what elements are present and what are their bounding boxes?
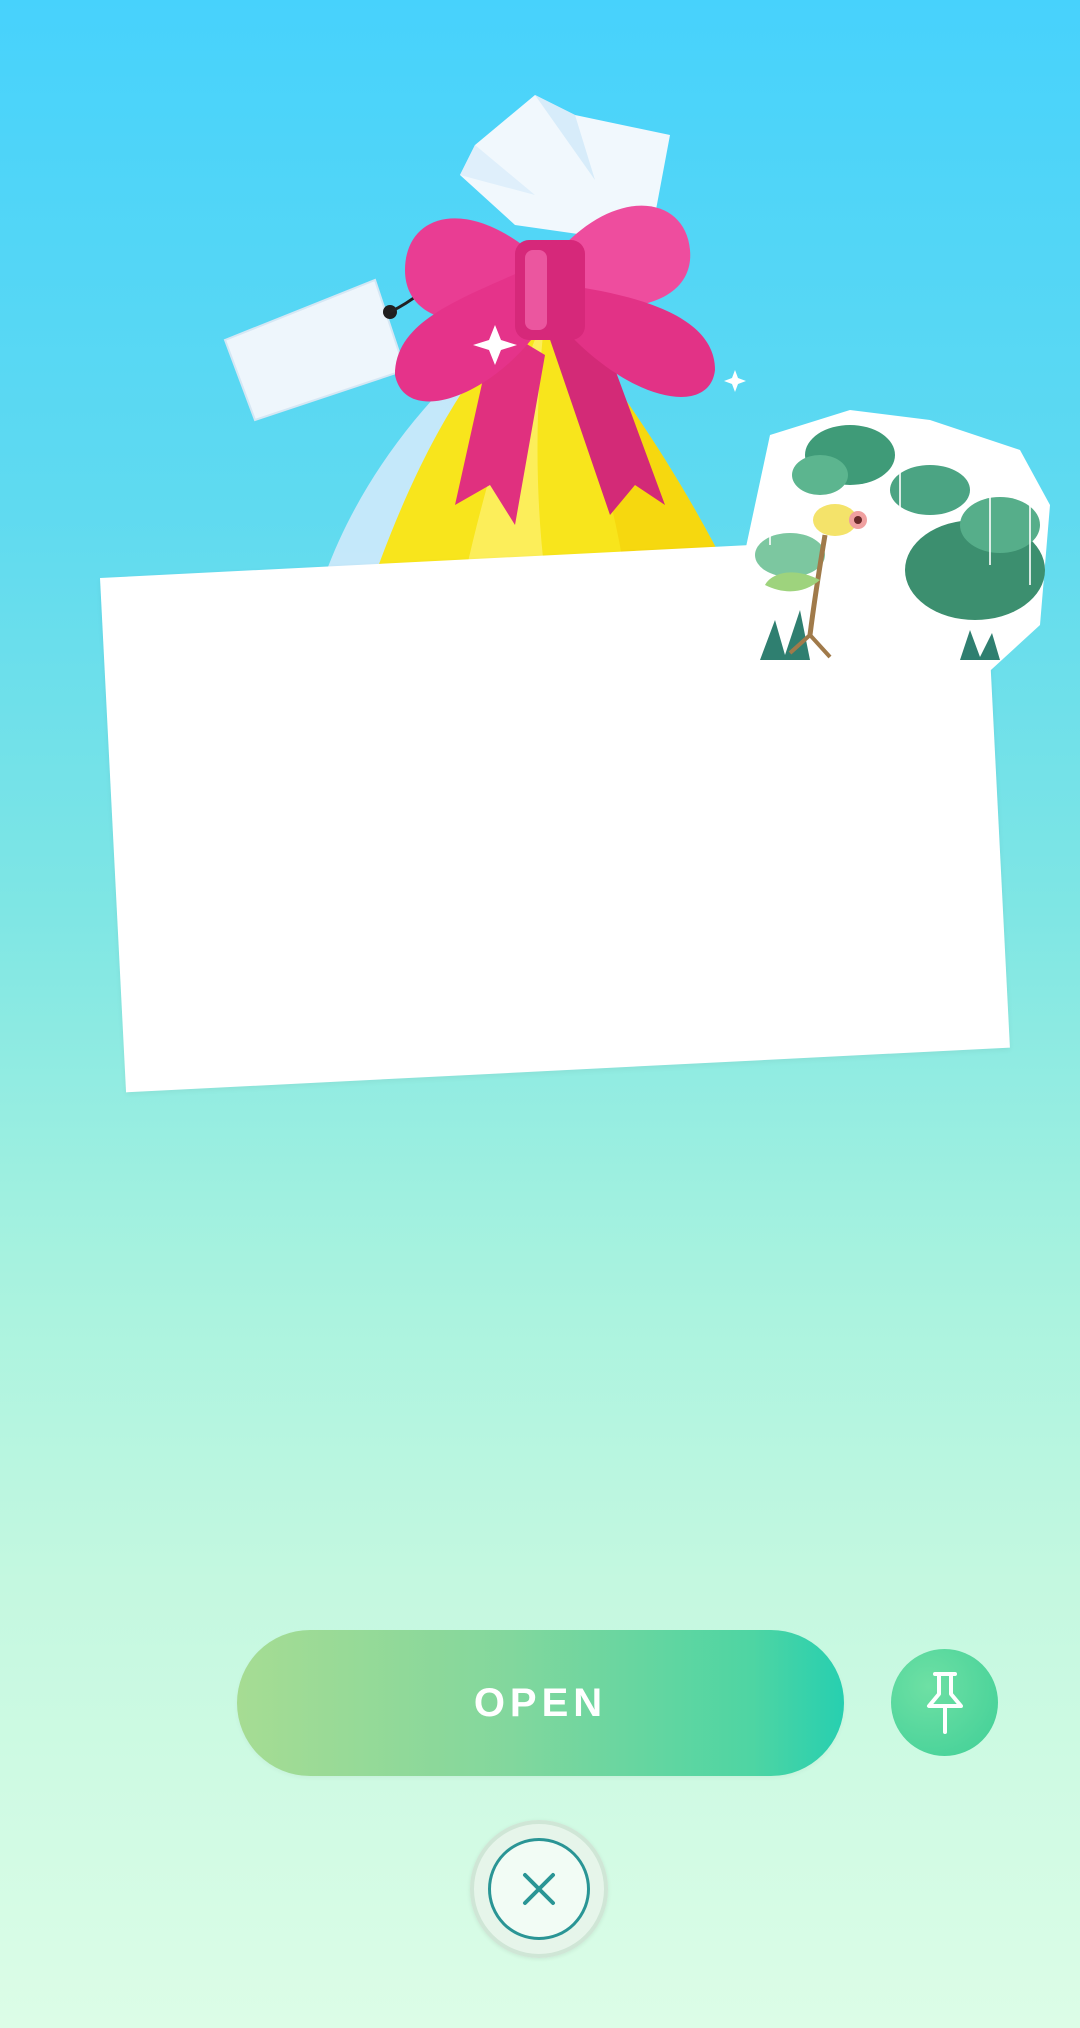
pin-button[interactable]: [891, 1649, 998, 1756]
sticker-bellsprout-rain-icon: [740, 410, 1050, 680]
open-button[interactable]: OPEN: [237, 1630, 844, 1776]
close-button[interactable]: [470, 1820, 608, 1958]
pin-icon: [926, 1671, 963, 1734]
close-icon: [523, 1873, 555, 1905]
close-button-inner[interactable]: [488, 1838, 590, 1940]
gift-icon: [223, 95, 746, 575]
